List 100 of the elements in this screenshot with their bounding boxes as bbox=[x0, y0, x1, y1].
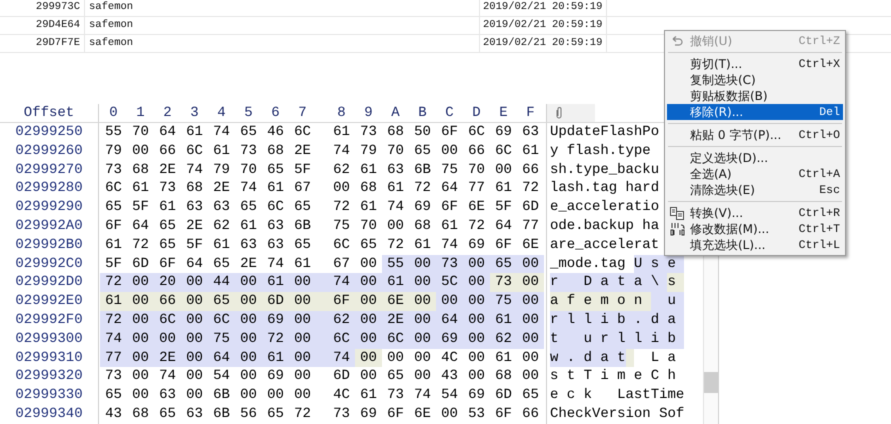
offset-label: 029992B0 bbox=[0, 236, 99, 255]
hex-byte: 2E bbox=[239, 254, 258, 274]
menu-item[interactable]: 填充选块(L)... Ctrl+L bbox=[667, 237, 843, 253]
hex-byte: 74 bbox=[332, 142, 351, 161]
hex-byte: 79 bbox=[359, 142, 378, 161]
column-header: 9 bbox=[363, 104, 374, 122]
hex-byte: 6C bbox=[467, 123, 486, 142]
hex-byte: 67 bbox=[293, 179, 312, 198]
hex-byte: 6C bbox=[293, 123, 312, 142]
column-header: B bbox=[417, 104, 428, 122]
hex-byte: 62 bbox=[332, 160, 351, 180]
offset-cell: 29D4E64 bbox=[0, 17, 85, 34]
hex-byte: 6D bbox=[332, 367, 351, 386]
menu-item[interactable]: 复制选块(C) bbox=[667, 72, 843, 88]
hex-byte: 70 bbox=[131, 123, 150, 142]
column-header: D bbox=[471, 104, 482, 122]
hex-byte: 69 bbox=[467, 386, 486, 405]
hex-byte: 00 bbox=[289, 292, 328, 311]
hex-byte: 65 bbox=[208, 292, 235, 311]
menu-item[interactable]: 清除选块(E) Esc bbox=[667, 182, 843, 198]
time-cell: 20:59:19 bbox=[552, 0, 607, 16]
offset-label: 02999270 bbox=[0, 160, 99, 180]
hex-byte: 5C bbox=[436, 273, 463, 292]
hex-byte: 61 bbox=[131, 179, 150, 198]
hex-byte: 65 bbox=[266, 160, 285, 180]
menu-item[interactable]: 定义选块(D)... bbox=[667, 150, 843, 166]
column-header: A bbox=[390, 104, 401, 122]
hex-byte: 43 bbox=[104, 404, 123, 424]
hex-byte: 5F bbox=[293, 160, 312, 180]
menu-item[interactable]: 剪贴板数据(B) bbox=[667, 88, 843, 104]
hex-byte: 00 bbox=[386, 216, 405, 236]
hex-byte: 61 bbox=[212, 142, 231, 161]
hex-byte: 69 bbox=[494, 123, 513, 142]
hex-byte: 73 bbox=[158, 179, 177, 198]
hex-byte: 6E bbox=[382, 292, 409, 311]
date-cell-text: 2019/02/21 bbox=[482, 18, 547, 33]
hex-byte: 69 bbox=[436, 330, 463, 349]
hex-byte: 69 bbox=[262, 310, 289, 330]
date-cell-text: 2019/02/21 bbox=[482, 0, 547, 15]
offset-label: 02999280 bbox=[0, 179, 99, 198]
hex-byte: 64 bbox=[440, 179, 459, 198]
hex-byte: 74 bbox=[185, 160, 204, 180]
menu-item[interactable]: 全选(A) Ctrl+A bbox=[667, 166, 843, 182]
hex-byte: 61 bbox=[185, 123, 204, 142]
hex-byte: 6D bbox=[521, 198, 540, 217]
hex-byte: 63 bbox=[185, 198, 204, 217]
hex-byte: 6D bbox=[494, 386, 513, 405]
hex-byte: 74 bbox=[386, 198, 405, 217]
menu-item[interactable]: 剪切(T)... Ctrl+X bbox=[667, 56, 843, 72]
hex-byte: 61 bbox=[386, 179, 405, 198]
hex-byte: 00 bbox=[239, 367, 258, 386]
column-header: 2 bbox=[162, 104, 173, 122]
hex-byte: 61 bbox=[100, 292, 127, 311]
hex-byte: 70 bbox=[386, 142, 405, 161]
menu-item[interactable]: 移除(R)... Del bbox=[667, 104, 843, 120]
hex-byte: 64 bbox=[131, 216, 150, 236]
menu-item[interactable]: 修改数据(M)... Ctrl+T bbox=[667, 221, 843, 237]
hex-byte: 61 bbox=[382, 273, 409, 292]
hex-byte: 75 bbox=[332, 216, 351, 236]
hex-byte: 77 bbox=[100, 348, 127, 368]
hex-byte: 00 bbox=[386, 348, 405, 368]
hex-byte: 63 bbox=[212, 198, 231, 217]
hex-byte: 63 bbox=[386, 160, 405, 180]
column-header: 4 bbox=[216, 104, 227, 122]
hex-byte: 62 bbox=[212, 216, 231, 236]
hex-byte: 74 bbox=[100, 330, 127, 349]
hex-byte: 74 bbox=[440, 236, 459, 255]
hex-byte: 00 bbox=[181, 348, 208, 368]
hex-byte: 00 bbox=[409, 254, 436, 274]
column-header: 7 bbox=[297, 104, 308, 122]
hex-byte: 61 bbox=[293, 254, 312, 274]
offset-cell: 29D7F7E bbox=[0, 35, 85, 52]
hex-byte: 77 bbox=[467, 179, 486, 198]
hex-byte: 64 bbox=[185, 254, 204, 274]
menu-item[interactable]: 转换(V)... Ctrl+R bbox=[667, 205, 843, 221]
hex-byte: 65 bbox=[293, 236, 312, 255]
hex-byte: 00 bbox=[235, 348, 262, 368]
hex-byte: 00 bbox=[289, 273, 328, 292]
hex-byte: 00 bbox=[235, 330, 262, 349]
hex-byte: 5F bbox=[131, 198, 150, 217]
hex-byte: 00 bbox=[185, 386, 204, 405]
hex-byte: 61 bbox=[158, 198, 177, 217]
column-header: 5 bbox=[243, 104, 254, 122]
hex-byte: 00 bbox=[355, 310, 382, 330]
hex-byte: 00 bbox=[131, 142, 150, 161]
offset-label: 029992C0 bbox=[0, 254, 99, 274]
hex-byte: 63 bbox=[266, 216, 285, 236]
hex-byte: 00 bbox=[355, 348, 382, 368]
hex-byte: 65 bbox=[104, 386, 123, 405]
hex-byte: 61 bbox=[440, 216, 459, 236]
hex-byte: 55 bbox=[382, 254, 409, 274]
hex-byte: 75 bbox=[490, 292, 517, 311]
hex-byte: 74 bbox=[239, 179, 258, 198]
hex-byte: 66 bbox=[521, 404, 540, 424]
name-cell: safemon bbox=[85, 0, 480, 16]
time-cell: 20:59:19 bbox=[552, 17, 607, 34]
paperclip-icon bbox=[555, 106, 563, 120]
menu-item[interactable]: 粘贴 0 字节(P)... Ctrl+O bbox=[667, 127, 843, 143]
hex-byte: 6C bbox=[266, 198, 285, 217]
hex-byte: 68 bbox=[131, 160, 150, 180]
